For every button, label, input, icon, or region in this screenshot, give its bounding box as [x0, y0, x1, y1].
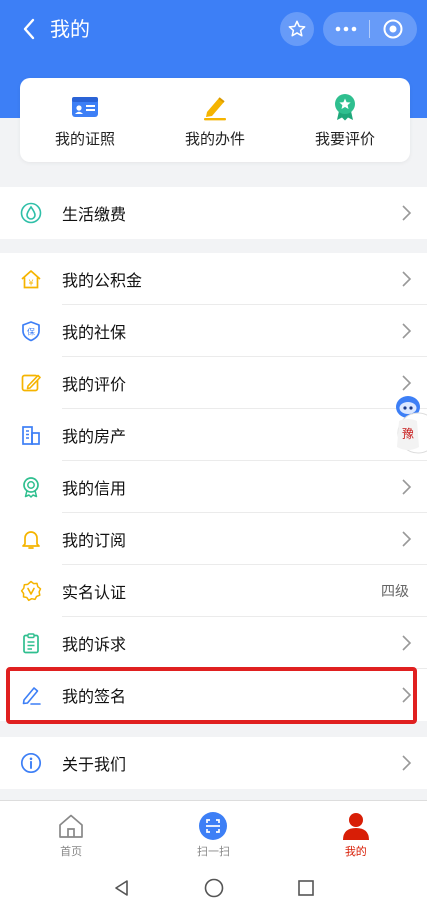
menu-item-label: 我的信用: [62, 479, 127, 498]
signature-pen-icon: [20, 684, 42, 706]
tab-label: 我的: [344, 845, 367, 858]
menu-item-life-payment[interactable]: 生活缴费: [0, 187, 427, 239]
robot-assistant-icon[interactable]: 豫: [387, 393, 427, 461]
menu-item-label: 我的公积金: [62, 271, 143, 290]
section-personal: ¥ 我的公积金 保 我的社保 我的评价 我的房产 我的信用 我的订阅 实名认证 …: [0, 253, 427, 721]
chevron-right-icon: [402, 687, 412, 703]
house-fund-icon: ¥: [20, 268, 42, 290]
menu-item-credit[interactable]: 我的信用: [0, 461, 427, 513]
menu-item-appeals[interactable]: 我的诉求: [0, 617, 427, 669]
verification-level: 四级: [381, 584, 409, 600]
bottom-tab-bar: 首页 扫一扫 我的: [0, 800, 427, 865]
menu-item-label: 关于我们: [62, 755, 127, 774]
star-icon[interactable]: [280, 12, 314, 46]
menu-item-label: 我的评价: [62, 375, 127, 394]
chevron-right-icon: [402, 205, 412, 221]
quick-action-label: 我的证照: [54, 129, 115, 148]
badge-star-icon: [330, 92, 360, 122]
pencil-icon: [200, 92, 230, 122]
assistant-badge: 豫: [402, 427, 414, 441]
tab-label: 首页: [60, 845, 83, 858]
water-drop-icon: [20, 202, 42, 224]
menu-item-label: 我的签名: [62, 687, 127, 706]
tab-scan[interactable]: 扫一扫: [142, 801, 284, 865]
building-icon: [20, 424, 42, 446]
menu-item-label: 生活缴费: [62, 205, 127, 224]
close-circle-icon[interactable]: [370, 12, 416, 46]
home-circle-icon[interactable]: [201, 875, 227, 901]
home-icon: [56, 811, 86, 841]
info-icon: [20, 752, 42, 774]
back-chevron-icon[interactable]: [14, 14, 44, 44]
menu-item-label: 实名认证: [62, 583, 127, 602]
chevron-right-icon: [402, 323, 412, 339]
menu-item-signature[interactable]: 我的签名: [0, 669, 427, 721]
user-icon: [341, 811, 371, 841]
chevron-right-icon: [402, 635, 412, 651]
verified-icon: [20, 580, 42, 602]
quick-actions-card: 我的证照 我的办件 我要评价: [20, 78, 410, 162]
section-life-payment: 生活缴费: [0, 187, 427, 239]
chevron-right-icon: [402, 755, 412, 771]
menu-item-label: 我的社保: [62, 323, 127, 342]
menu-item-label: 我的房产: [62, 427, 127, 446]
quick-action-certificates[interactable]: 我的证照: [20, 78, 150, 162]
menu-item-subscriptions[interactable]: 我的订阅: [0, 513, 427, 565]
menu-item-label: 我的订阅: [62, 531, 127, 550]
more-dots-icon[interactable]: [323, 12, 369, 46]
tab-home[interactable]: 首页: [0, 801, 142, 865]
menu-item-real-name[interactable]: 实名认证 四级: [0, 565, 427, 617]
menu-item-property[interactable]: 我的房产: [0, 409, 427, 461]
menu-item-social-security[interactable]: 保 我的社保: [0, 305, 427, 357]
svg-text:¥: ¥: [28, 279, 33, 288]
quick-action-label: 我的办件: [184, 129, 245, 148]
chevron-right-icon: [402, 531, 412, 547]
svg-text:保: 保: [27, 327, 35, 337]
quick-action-cases[interactable]: 我的办件: [150, 78, 280, 162]
id-card-icon: [70, 92, 100, 122]
menu-item-my-evaluations[interactable]: 我的评价: [0, 357, 427, 409]
edit-square-icon: [20, 372, 42, 394]
page-title: 我的: [50, 17, 90, 41]
clipboard-icon: [20, 632, 42, 654]
back-triangle-icon[interactable]: [109, 875, 135, 901]
quick-action-label: 我要评价: [314, 129, 375, 148]
menu-item-label: 我的诉求: [62, 635, 127, 654]
credit-badge-icon: [20, 476, 42, 498]
scan-icon: [198, 811, 228, 841]
bell-icon: [20, 528, 42, 550]
system-navigation-bar: [0, 864, 427, 912]
section-about: 关于我们: [0, 737, 427, 789]
shield-icon: 保: [20, 320, 42, 342]
menu-item-about-us[interactable]: 关于我们: [0, 737, 427, 789]
mini-program-capsule: [323, 12, 417, 46]
quick-action-evaluate[interactable]: 我要评价: [280, 78, 410, 162]
tab-label: 扫一扫: [196, 845, 230, 858]
tab-mine[interactable]: 我的: [285, 801, 427, 865]
chevron-right-icon: [402, 271, 412, 287]
chevron-right-icon: [402, 375, 412, 391]
recent-square-icon[interactable]: [293, 875, 319, 901]
menu-item-housing-fund[interactable]: ¥ 我的公积金: [0, 253, 427, 305]
chevron-right-icon: [402, 479, 412, 495]
